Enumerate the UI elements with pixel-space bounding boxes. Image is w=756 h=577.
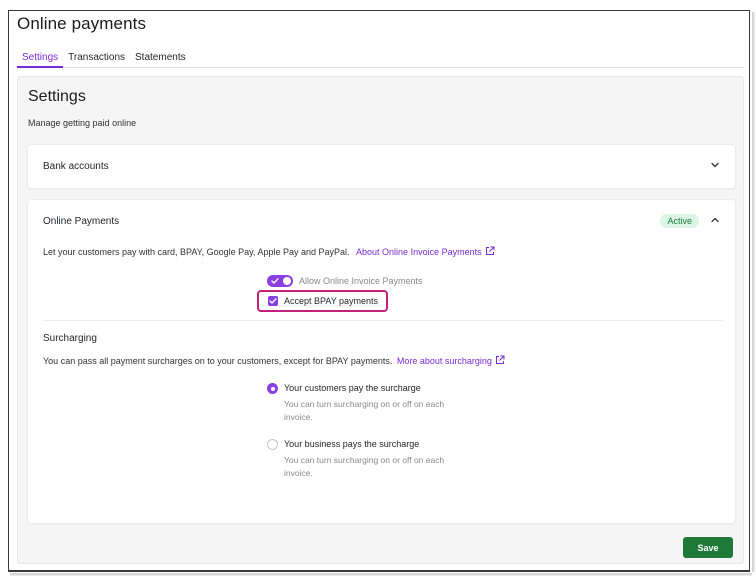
surcharge-option-business[interactable]: Your business pays the surcharge You can… <box>267 439 474 480</box>
more-about-surcharging-link-label: More about surcharging <box>396 356 492 366</box>
allow-online-payments-label: Allow Online Invoice Payments <box>299 276 423 286</box>
check-icon <box>269 298 277 304</box>
external-link-icon <box>495 355 505 364</box>
accept-bpay-highlight: Accept BPAY payments <box>257 290 388 312</box>
tab-settings[interactable]: Settings <box>17 48 64 68</box>
surcharging-title: Surcharging <box>43 333 97 344</box>
page-title: Online payments <box>17 14 147 33</box>
settings-heading: Settings <box>28 88 86 105</box>
surcharge-customers-help: You can turn surcharging on or off on ea… <box>284 399 445 422</box>
tab-bar: Settings Transactions Statements <box>17 48 744 68</box>
bank-accounts-section[interactable]: Bank accounts <box>27 144 736 189</box>
online-payments-section: Online Payments Active Let your customer… <box>27 199 736 524</box>
check-icon <box>271 278 279 284</box>
chevron-up-icon[interactable] <box>709 214 721 226</box>
surcharge-business-text: Your business pays the surcharge You can… <box>284 439 474 480</box>
surcharge-option-customers[interactable]: Your customers pay the surcharge You can… <box>267 383 474 424</box>
surcharging-description: You can pass all payment surcharges on t… <box>43 355 505 366</box>
surcharge-business-radio[interactable] <box>267 439 278 450</box>
settings-subtitle: Manage getting paid online <box>28 118 137 128</box>
online-payments-description: Let your customers pay with card, BPAY, … <box>43 246 495 257</box>
accept-bpay-label: Accept BPAY payments <box>284 296 379 306</box>
about-online-payments-link-label: About Online Invoice Payments <box>356 247 482 257</box>
surcharge-customers-label: Your customers pay the surcharge <box>284 383 421 393</box>
surcharging-description-text: You can pass all payment surcharges on t… <box>43 356 393 366</box>
surcharge-business-label: Your business pays the surcharge <box>284 439 420 449</box>
about-online-payments-link[interactable]: About Online Invoice Payments <box>356 246 495 257</box>
surcharge-customers-radio[interactable] <box>267 383 278 394</box>
window-shadow-bottom <box>10 573 752 576</box>
surcharge-business-help: You can turn surcharging on or off on ea… <box>284 455 445 478</box>
allow-online-payments-toggle[interactable] <box>267 275 293 287</box>
allow-online-payments-row: Allow Online Invoice Payments <box>267 275 423 287</box>
section-divider <box>43 320 723 321</box>
settings-panel: Settings Manage getting paid online Bank… <box>17 76 744 564</box>
external-link-icon <box>485 246 495 255</box>
bank-accounts-title: Bank accounts <box>43 161 109 172</box>
more-about-surcharging-link[interactable]: More about surcharging <box>396 355 505 366</box>
chevron-down-icon[interactable] <box>709 159 721 171</box>
save-button[interactable]: Save <box>683 537 733 558</box>
toggle-knob <box>283 277 291 285</box>
online-payments-title: Online Payments <box>43 216 120 227</box>
tab-transactions[interactable]: Transactions <box>63 48 130 68</box>
online-payments-description-text: Let your customers pay with card, BPAY, … <box>43 247 350 257</box>
window-shadow-right <box>752 12 755 572</box>
surcharge-customers-text: Your customers pay the surcharge You can… <box>284 383 474 424</box>
tab-statements[interactable]: Statements <box>130 48 191 68</box>
status-badge: Active <box>660 214 699 228</box>
accept-bpay-checkbox[interactable] <box>268 296 278 306</box>
